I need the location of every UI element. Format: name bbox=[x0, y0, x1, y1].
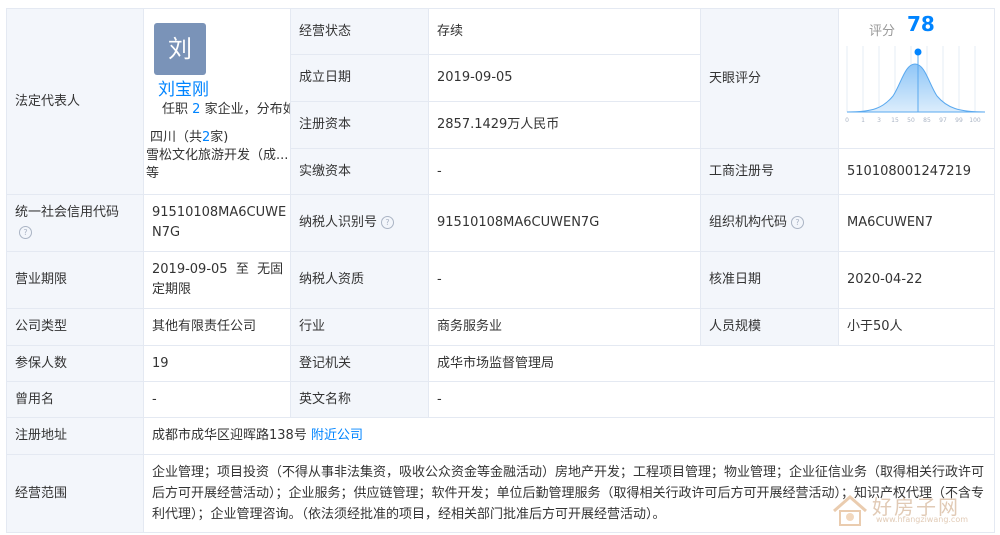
taxpayer-id-label-cell: 纳税人识别号? bbox=[290, 194, 429, 252]
former-name-value: - bbox=[143, 381, 291, 418]
taxpayer-qual-value: - bbox=[428, 251, 701, 309]
score-value: 78 bbox=[907, 11, 935, 36]
insured-label: 参保人数 bbox=[6, 345, 144, 382]
business-reg-no-label: 工商注册号 bbox=[700, 148, 839, 195]
house-logo-icon bbox=[833, 495, 867, 526]
score-axis-tick: 15 bbox=[891, 117, 899, 124]
address-label: 注册地址 bbox=[6, 417, 144, 455]
staff-size-label: 人员规模 bbox=[700, 308, 839, 346]
org-code-value: MA6CUWEN7 bbox=[838, 194, 995, 252]
avatar: 刘 bbox=[154, 22, 206, 75]
help-icon[interactable]: ? bbox=[19, 226, 32, 239]
insured-value: 19 bbox=[143, 345, 291, 382]
scope-label: 经营范围 bbox=[6, 454, 144, 533]
english-name-value: - bbox=[428, 381, 995, 418]
nearby-companies-link[interactable]: 附近公司 bbox=[311, 428, 363, 443]
positions-count[interactable]: 2 bbox=[192, 102, 200, 117]
credit-code-label: 统一社会信用代码 bbox=[15, 205, 120, 220]
company-info-table: 法定代表人 刘 刘宝刚 任职 2 家企业，分布如下 四川（共2家) 雪松文化旅游… bbox=[6, 8, 995, 533]
score-axis-tick: 0 bbox=[845, 117, 849, 124]
reg-authority-value: 成华市场监督管理局 bbox=[428, 345, 995, 382]
org-code-label-cell: 组织机构代码? bbox=[700, 194, 839, 252]
industry-label: 行业 bbox=[290, 308, 429, 346]
business-reg-no-value: 510108001247219 bbox=[838, 148, 995, 195]
legal-rep-region[interactable]: 四川（共2家) bbox=[150, 129, 290, 147]
score-axis-tick: 3 bbox=[877, 117, 881, 124]
taxpayer-id-label: 纳税人识别号 bbox=[299, 215, 378, 230]
approval-date-label: 核准日期 bbox=[700, 251, 839, 309]
paid-capital-value: - bbox=[428, 148, 701, 195]
legal-rep-name-link[interactable]: 刘宝刚 bbox=[158, 79, 290, 101]
address-value-cell: 成都市成华区迎晖路138号 附近公司 bbox=[143, 417, 995, 455]
legal-rep-company-more: 等 bbox=[146, 165, 160, 181]
paid-capital-label: 实缴资本 bbox=[290, 148, 429, 195]
help-icon[interactable]: ? bbox=[381, 216, 395, 229]
company-type-label: 公司类型 bbox=[6, 308, 144, 346]
legal-rep-company-link[interactable]: 雪松文化旅游开发（成... bbox=[146, 147, 290, 165]
taxpayer-id-value: 91510108MA6CUWEN7G bbox=[428, 194, 701, 252]
watermark-url: www.hfangziwang.com bbox=[876, 515, 969, 524]
address-value: 成都市成华区迎晖路138号 bbox=[152, 428, 307, 443]
industry-value: 商务服务业 bbox=[428, 308, 701, 346]
company-type-value: 其他有限责任公司 bbox=[143, 308, 291, 346]
org-code-label: 组织机构代码 bbox=[709, 215, 788, 230]
term-value: 2019-09-05 至 无固 定期限 bbox=[143, 251, 291, 309]
approval-date-value: 2020-04-22 bbox=[838, 251, 995, 309]
staff-size-value: 小于50人 bbox=[838, 308, 995, 346]
score-marker-dot bbox=[914, 48, 922, 55]
legal-rep-positions: 任职 2 家企业，分布如下 bbox=[162, 101, 290, 117]
score-axis-tick: 1 bbox=[861, 117, 865, 124]
score-label: 评分 bbox=[869, 23, 896, 39]
help-icon[interactable]: ? bbox=[791, 216, 805, 229]
status-value: 存续 bbox=[428, 8, 701, 55]
legal-rep-label: 法定代表人 bbox=[6, 8, 144, 195]
taxpayer-qual-label: 纳税人资质 bbox=[290, 251, 429, 309]
status-label: 经营状态 bbox=[290, 8, 429, 55]
term-label: 营业期限 bbox=[6, 251, 144, 309]
credit-code-value: 91510108MA6CUWE N7G bbox=[143, 194, 291, 252]
watermark: 好房子网 www.hfangziwang.com bbox=[830, 489, 990, 529]
score-axis-tick: 99 bbox=[955, 117, 963, 124]
founded-label: 成立日期 bbox=[290, 54, 429, 102]
former-name-label: 曾用名 bbox=[6, 381, 144, 418]
reg-capital-label: 注册资本 bbox=[290, 101, 429, 149]
english-name-label: 英文名称 bbox=[290, 381, 429, 418]
reg-authority-label: 登记机关 bbox=[290, 345, 429, 382]
bell-curve bbox=[846, 62, 986, 112]
reg-capital-value: 2857.1429万人民币 bbox=[428, 101, 701, 149]
score-axis-tick: 50 bbox=[907, 117, 915, 124]
legal-rep-cell: 刘 刘宝刚 任职 2 家企业，分布如下 四川（共2家) 雪松文化旅游开发（成..… bbox=[143, 8, 291, 195]
score-axis-tick: 85 bbox=[923, 117, 931, 124]
score-axis-tick: 97 bbox=[939, 117, 947, 124]
founded-value: 2019-09-05 bbox=[428, 54, 701, 102]
score-axis-tick: 100 bbox=[969, 117, 981, 124]
score-distribution-chart: 0 1 3 15 50 85 97 99 100 bbox=[845, 45, 986, 124]
credit-code-label-cell: 统一社会信用代码? bbox=[6, 194, 144, 252]
tianyan-score-cell[interactable]: 评分 78 0 1 3 15 50 85 97 99 100 bbox=[838, 8, 995, 149]
tianyan-label: 天眼评分 bbox=[700, 8, 839, 149]
